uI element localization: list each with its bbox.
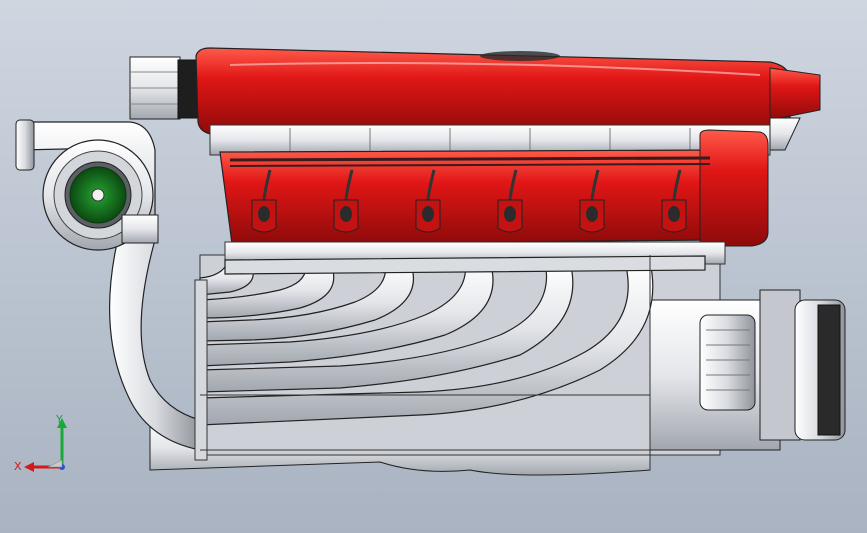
x-axis-arrow-head xyxy=(24,462,34,472)
cad-viewport[interactable]: X Y xyxy=(0,0,867,533)
air-intake-filter[interactable] xyxy=(129,56,201,120)
intake-plenum[interactable] xyxy=(195,47,821,136)
turbo-downpipe[interactable] xyxy=(108,229,208,461)
turbocharger[interactable] xyxy=(15,119,159,251)
coordinate-triad: X Y xyxy=(14,413,67,473)
engine-model[interactable] xyxy=(0,0,867,533)
y-axis-label: Y xyxy=(55,413,63,426)
x-axis-label: X xyxy=(14,460,22,473)
